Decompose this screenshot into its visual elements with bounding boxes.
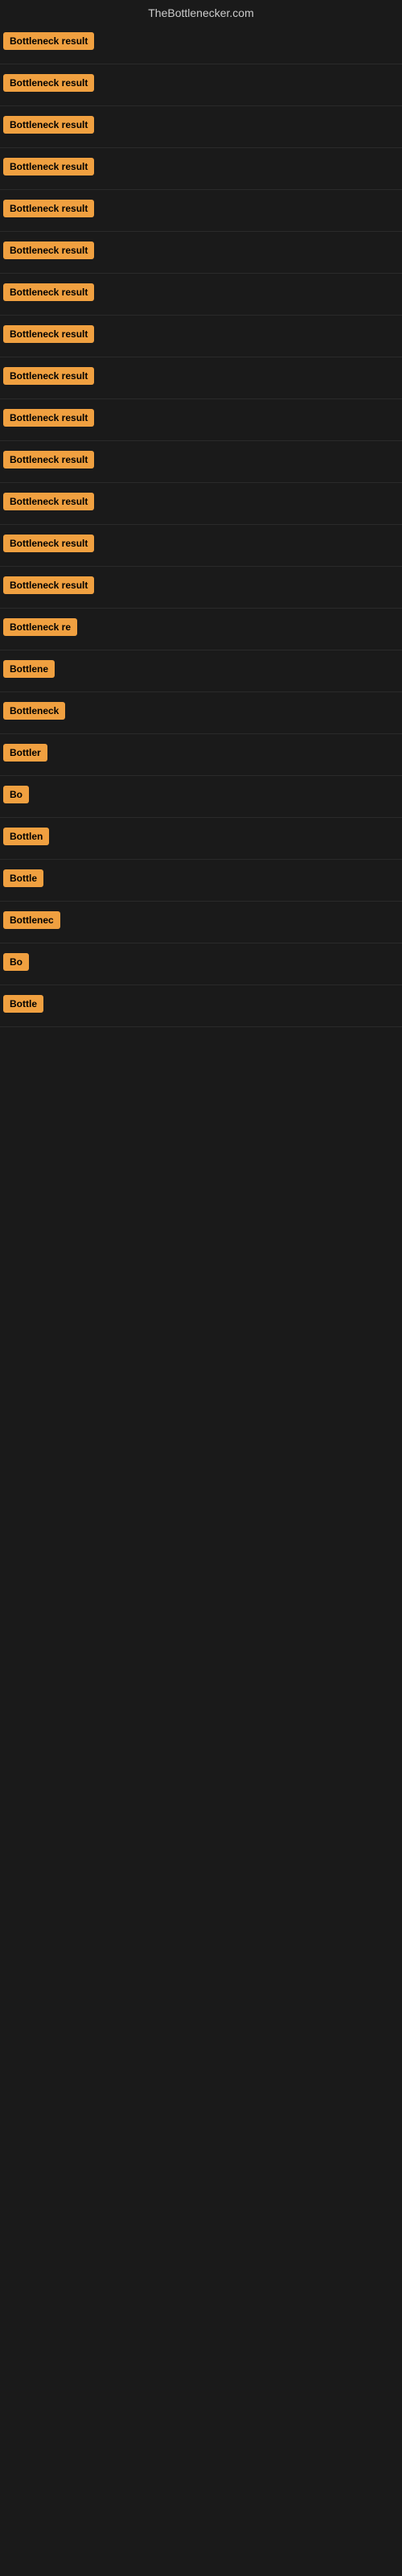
bottleneck-badge[interactable]: Bottleneck re bbox=[3, 618, 77, 636]
result-row: Bottleneck result bbox=[0, 232, 402, 274]
result-row: Bottle bbox=[0, 860, 402, 902]
bottleneck-badge[interactable]: Bottleneck result bbox=[3, 535, 94, 552]
result-row: Bottleneck result bbox=[0, 190, 402, 232]
result-row: Bottler bbox=[0, 734, 402, 776]
result-row: Bottleneck result bbox=[0, 64, 402, 106]
result-row: Bottleneck result bbox=[0, 23, 402, 64]
bottleneck-badge[interactable]: Bottleneck result bbox=[3, 283, 94, 301]
result-row: Bottleneck re bbox=[0, 609, 402, 650]
bottleneck-badge[interactable]: Bottleneck result bbox=[3, 451, 94, 469]
result-row: Bottleneck result bbox=[0, 399, 402, 441]
result-row: Bottlene bbox=[0, 650, 402, 692]
result-row: Bottleneck result bbox=[0, 316, 402, 357]
result-row: Bottleneck result bbox=[0, 274, 402, 316]
bottleneck-badge[interactable]: Bottleneck result bbox=[3, 242, 94, 259]
bottleneck-badge[interactable]: Bottlen bbox=[3, 828, 49, 845]
bottleneck-badge[interactable]: Bottleneck result bbox=[3, 576, 94, 594]
result-row: Bottleneck result bbox=[0, 525, 402, 567]
bottleneck-badge[interactable]: Bo bbox=[3, 786, 29, 803]
bottleneck-badge[interactable]: Bottleneck result bbox=[3, 200, 94, 217]
result-row: Bo bbox=[0, 776, 402, 818]
bottleneck-badge[interactable]: Bottleneck result bbox=[3, 325, 94, 343]
result-row: Bottleneck result bbox=[0, 483, 402, 525]
result-row: Bottlen bbox=[0, 818, 402, 860]
result-row: Bottleneck result bbox=[0, 567, 402, 609]
results-container: Bottleneck result Bottleneck result Bottle… bbox=[0, 23, 402, 1027]
bottleneck-badge[interactable]: Bottleneck result bbox=[3, 409, 94, 427]
bottleneck-badge[interactable]: Bottleneck result bbox=[3, 74, 94, 92]
bottleneck-badge[interactable]: Bottlene bbox=[3, 660, 55, 678]
bottleneck-badge[interactable]: Bottleneck result bbox=[3, 116, 94, 134]
result-row: Bottleneck result bbox=[0, 441, 402, 483]
result-row: Bo bbox=[0, 943, 402, 985]
bottleneck-badge[interactable]: Bottle bbox=[3, 869, 43, 887]
site-title: TheBottlenecker.com bbox=[0, 0, 402, 23]
result-row: Bottleneck result bbox=[0, 106, 402, 148]
site-title-text: TheBottlenecker.com bbox=[148, 6, 254, 19]
bottleneck-badge[interactable]: Bottleneck result bbox=[3, 32, 94, 50]
bottleneck-badge[interactable]: Bottleneck result bbox=[3, 158, 94, 175]
bottleneck-badge[interactable]: Bottleneck result bbox=[3, 493, 94, 510]
bottleneck-badge[interactable]: Bottleneck bbox=[3, 702, 65, 720]
bottleneck-badge[interactable]: Bottleneck result bbox=[3, 367, 94, 385]
bottleneck-badge[interactable]: Bo bbox=[3, 953, 29, 971]
bottleneck-badge[interactable]: Bottle bbox=[3, 995, 43, 1013]
result-row: Bottle bbox=[0, 985, 402, 1027]
bottleneck-badge[interactable]: Bottler bbox=[3, 744, 47, 762]
result-row: Bottleneck bbox=[0, 692, 402, 734]
result-row: Bottlenec bbox=[0, 902, 402, 943]
result-row: Bottleneck result bbox=[0, 357, 402, 399]
bottleneck-badge[interactable]: Bottlenec bbox=[3, 911, 60, 929]
result-row: Bottleneck result bbox=[0, 148, 402, 190]
